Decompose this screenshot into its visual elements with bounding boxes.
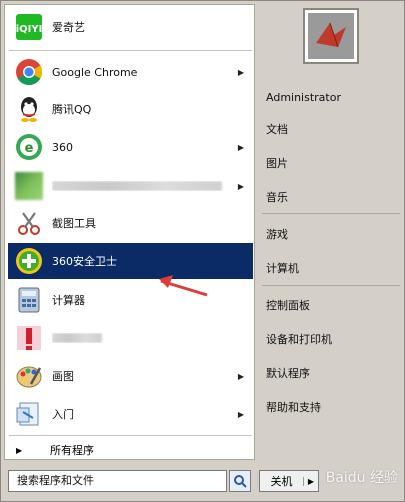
place-label: 计算机 [266,262,299,275]
chrome-icon [14,57,44,87]
place-label: 默认程序 [266,367,310,380]
program-360-security[interactable]: 360安全卫士 [8,243,253,279]
avatar[interactable] [303,8,359,64]
place-help-support[interactable]: 帮助和支持 [266,395,400,419]
program-label: 爱奇艺 [52,21,85,34]
place-label: 图片 [266,157,288,170]
iqiyi-icon: iQIYI [14,12,44,42]
program-blurred[interactable]: ▶ [8,168,253,204]
submenu-arrow[interactable]: ▶ [235,68,247,77]
program-google-chrome[interactable]: Google Chrome ▶ [8,54,253,90]
program-label: 入门 [52,408,74,421]
svg-text:e: e [25,141,34,156]
program-paint[interactable]: 画图 ▶ [8,358,253,394]
place-computer[interactable]: 计算机 [266,256,400,280]
qq-icon [14,94,44,124]
all-programs-separator [9,435,252,436]
place-pictures[interactable]: 图片 [266,151,400,175]
place-label: 帮助和支持 [266,401,321,414]
shutdown-button[interactable]: 关机 ▶ [259,470,319,492]
all-programs[interactable]: ▶ 所有程序 [8,440,253,460]
pointer-arrow-icon [159,275,208,297]
program-label [52,181,235,191]
getting-started-icon [14,399,44,429]
program-qq[interactable]: 腾讯QQ [8,91,253,127]
program-360[interactable]: e 360 ▶ [8,129,253,165]
places-separator [262,213,400,214]
blurred-label [52,181,222,191]
program-label: 画图 [52,370,74,383]
search-bar: 搜索程序和文件 [8,470,251,492]
places-pane: Administrator 文档 图片 音乐 游戏 计算机 控制面板 设备和打印… [258,4,403,460]
program-calculator[interactable]: 计算器 [8,282,253,318]
place-control-panel[interactable]: 控制面板 [266,293,400,317]
paint-icon [14,361,44,391]
search-button[interactable] [229,470,251,492]
program-label: 腾讯QQ [52,103,92,116]
submenu-arrow[interactable]: ▶ [235,182,247,191]
place-label: Administrator [266,90,341,104]
program-iqiyi[interactable]: iQIYI 爱奇艺 [8,9,253,45]
shutdown-label: 关机 [270,475,293,488]
places-separator [262,285,400,286]
program-label [52,333,235,343]
place-label: 控制面板 [266,299,310,312]
place-music[interactable]: 音乐 [266,185,400,209]
blurred-app-icon-2 [14,323,44,353]
place-games[interactable]: 游戏 [266,222,400,246]
programs-pane: iQIYI 爱奇艺 Google Chrome ▶ 腾讯QQ e 360 ▶ ▶… [4,4,255,460]
submenu-arrow[interactable]: ▶ [235,410,247,419]
submenu-arrow[interactable]: ▶ [235,143,247,152]
program-getting-started[interactable]: 入门 ▶ [8,396,253,432]
360-security-icon [14,246,44,276]
avatar-origami-icon [308,13,354,59]
program-snipping-tool[interactable]: 截图工具 [8,205,253,241]
search-input[interactable]: 搜索程序和文件 [8,470,227,492]
shutdown-options-button[interactable]: ▶ [303,476,318,486]
svg-text:iQIYI: iQIYI [16,24,43,35]
expand-arrow-icon: ▶ [16,445,23,455]
all-programs-label: 所有程序 [50,444,94,457]
start-menu: iQIYI 爱奇艺 Google Chrome ▶ 腾讯QQ e 360 ▶ ▶… [0,0,405,502]
snipping-tool-icon [14,208,44,238]
360-browser-icon: e [14,132,44,162]
program-label: 截图工具 [52,217,96,230]
place-documents[interactable]: 文档 [266,117,400,141]
blurred-label [52,333,102,343]
pinned-separator [9,50,252,51]
search-icon [234,475,247,488]
program-blurred-2[interactable] [8,320,253,356]
program-label: 360 [52,140,73,154]
place-default-programs[interactable]: 默认程序 [266,361,400,385]
place-label: 游戏 [266,228,288,241]
blurred-app-icon [14,171,44,201]
watermark: Baidu 经验 [325,470,398,486]
calculator-icon [14,285,44,315]
place-administrator[interactable]: Administrator [266,85,400,109]
submenu-arrow[interactable]: ▶ [235,372,247,381]
program-label: Google Chrome [52,65,138,79]
place-label: 文档 [266,123,288,136]
place-label: 音乐 [266,191,288,204]
place-devices-printers[interactable]: 设备和打印机 [266,327,400,351]
place-label: 设备和打印机 [266,333,332,346]
program-label: 360安全卫士 [52,255,117,268]
